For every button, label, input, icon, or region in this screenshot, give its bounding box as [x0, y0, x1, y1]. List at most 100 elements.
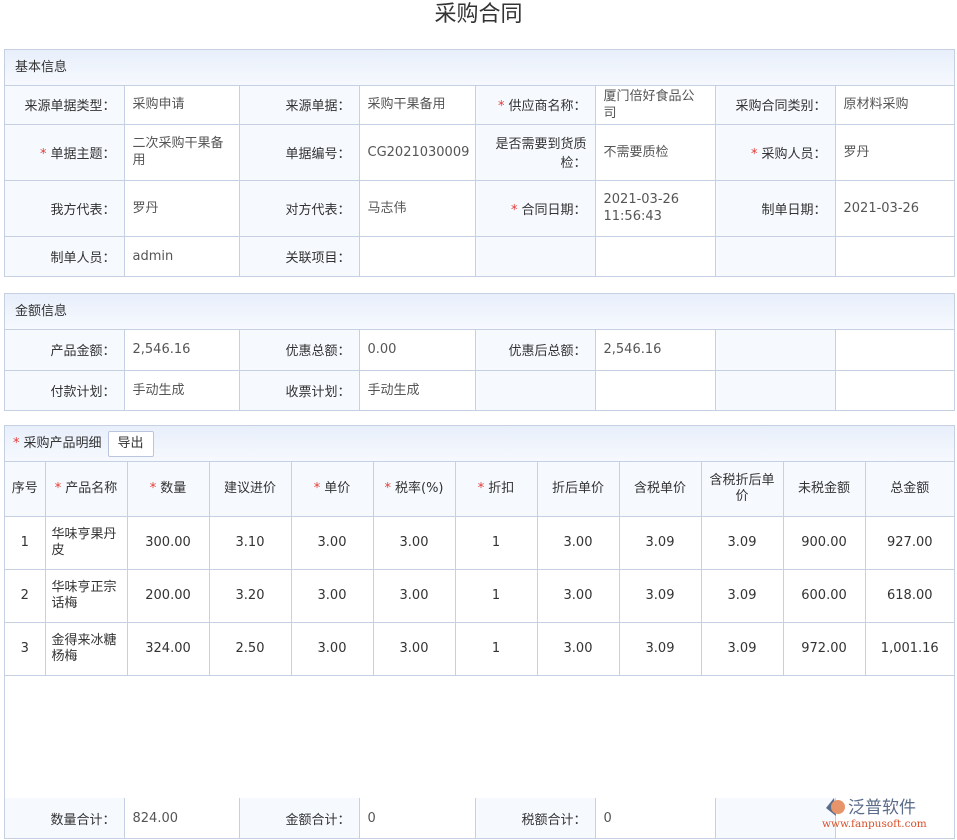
- table-cell: 200.00: [127, 569, 209, 622]
- table-cell: 3.00: [537, 569, 619, 622]
- label-text: 收票计划：: [285, 385, 350, 400]
- field-value: admin: [124, 236, 239, 276]
- label-text: 来源单据：: [285, 99, 350, 114]
- required-mark: *: [55, 481, 62, 496]
- field-value: 罗丹: [835, 124, 954, 180]
- label-text: 我方代表：: [50, 203, 115, 218]
- table-cell: 2.50: [209, 622, 291, 675]
- column-header[interactable]: 建议进价: [209, 462, 291, 516]
- field-value: 采购申请: [124, 86, 239, 124]
- field-label: 采购合同类别：: [715, 86, 835, 124]
- form-row: 付款计划：手动生成收票计划：手动生成: [5, 370, 954, 410]
- field-label: 关联项目：: [239, 236, 359, 276]
- field-value: [595, 236, 715, 276]
- field-value: [835, 370, 954, 410]
- column-title: 建议进价: [224, 481, 276, 496]
- table-cell: 3.09: [619, 516, 701, 569]
- column-header[interactable]: *产品名称: [45, 462, 127, 516]
- label-text: 合同日期：: [521, 203, 586, 218]
- table-cell: 618.00: [865, 569, 954, 622]
- label-text: 来源单据类型：: [24, 99, 115, 114]
- column-header[interactable]: *折扣: [455, 462, 537, 516]
- field-label: *供应商名称：: [475, 86, 595, 124]
- table-cell: 3.20: [209, 569, 291, 622]
- table-cell: 3.09: [701, 569, 783, 622]
- field-value: 2,546.16: [124, 330, 239, 370]
- label-text: 产品金额：: [50, 344, 115, 359]
- basic-info-panel: 基本信息 来源单据类型：采购申请来源单据：采购干果备用*供应商名称：厦门倍好食品…: [4, 49, 955, 277]
- form-row: 产品金额：2,546.16优惠总额：0.00优惠后总额：2,546.16: [5, 330, 954, 370]
- column-header[interactable]: 折后单价: [537, 462, 619, 516]
- label-text: 单据编号：: [285, 147, 350, 162]
- table-cell: 1,001.16: [865, 622, 954, 675]
- table-cell: 972.00: [783, 622, 865, 675]
- field-value: 2,546.16: [595, 330, 715, 370]
- label-text: 付款计划：: [50, 385, 115, 400]
- field-value: 原材料采购: [835, 86, 954, 124]
- amount-info-panel: 金额信息 产品金额：2,546.16优惠总额：0.00优惠后总额：2,546.1…: [4, 293, 955, 411]
- label-text: 供应商名称：: [508, 99, 586, 114]
- column-header[interactable]: *单价: [291, 462, 373, 516]
- table-cell: 3.00: [291, 516, 373, 569]
- table-cell: 600.00: [783, 569, 865, 622]
- table-row[interactable]: 1华味亨果丹皮300.003.103.003.0013.003.093.0990…: [5, 516, 954, 569]
- required-mark: *: [150, 481, 157, 496]
- required-mark: *: [478, 481, 485, 496]
- field-label: [715, 236, 835, 276]
- total-label: [715, 798, 835, 838]
- column-title: 数量: [160, 481, 186, 496]
- column-header[interactable]: *数量: [127, 462, 209, 516]
- label-text: 采购合同类别：: [735, 99, 826, 114]
- field-label: 制单人员：: [5, 236, 124, 276]
- required-mark: *: [314, 481, 321, 496]
- table-cell: 3.09: [619, 569, 701, 622]
- required-mark: *: [511, 203, 518, 218]
- field-label: *采购人员：: [715, 124, 835, 180]
- field-value: 2021-03-26 11:56:43: [595, 180, 715, 236]
- table-cell: 3.09: [701, 516, 783, 569]
- label-text: 关联项目：: [285, 251, 350, 266]
- field-value: 二次采购干果备用: [124, 124, 239, 180]
- column-title: 未税金额: [798, 481, 850, 496]
- column-header[interactable]: 序号: [5, 462, 45, 516]
- field-label: *单据主题：: [5, 124, 124, 180]
- field-label: 优惠后总额：: [475, 330, 595, 370]
- required-mark: *: [385, 481, 392, 496]
- table-cell: 华味亨正宗话梅: [45, 569, 127, 622]
- column-header[interactable]: 含税单价: [619, 462, 701, 516]
- total-label: 金额合计：: [239, 798, 359, 838]
- column-header[interactable]: 总金额: [865, 462, 954, 516]
- column-header[interactable]: *税率(%): [373, 462, 455, 516]
- field-label: 来源单据类型：: [5, 86, 124, 124]
- product-detail-header: 采购产品明细: [24, 436, 102, 451]
- total-label: 数量合计：: [5, 798, 124, 838]
- field-value: [835, 236, 954, 276]
- field-label: [715, 330, 835, 370]
- required-mark: *: [498, 99, 505, 114]
- table-cell: 3.09: [701, 622, 783, 675]
- amount-info-table: 产品金额：2,546.16优惠总额：0.00优惠后总额：2,546.16付款计划…: [5, 330, 954, 410]
- product-totals: 数量合计：824.00金额合计：0税额合计：0: [5, 798, 954, 838]
- column-header[interactable]: 未税金额: [783, 462, 865, 516]
- column-title: 含税单价: [634, 481, 686, 496]
- column-title: 含税折后单价: [709, 473, 774, 504]
- column-header[interactable]: 含税折后单价: [701, 462, 783, 516]
- table-row[interactable]: 3金得来冰糖杨梅324.002.503.003.0013.003.093.099…: [5, 622, 954, 675]
- required-mark: *: [40, 147, 47, 162]
- field-label: 对方代表：: [239, 180, 359, 236]
- svg-text:www.fanpusoft.com: www.fanpusoft.com: [822, 818, 927, 830]
- table-row[interactable]: 2华味亨正宗话梅200.003.203.003.0013.003.093.096…: [5, 569, 954, 622]
- table-cell: 3.00: [373, 516, 455, 569]
- required-mark: *: [13, 436, 20, 451]
- field-value: [359, 236, 475, 276]
- table-cell: 3.00: [291, 622, 373, 675]
- table-cell: 1: [455, 569, 537, 622]
- field-value: 0.00: [359, 330, 475, 370]
- field-value: [595, 370, 715, 410]
- field-value: 马志伟: [359, 180, 475, 236]
- table-cell: 3: [5, 622, 45, 675]
- total-value: 0: [359, 798, 475, 838]
- field-value: CG2021030009: [359, 124, 475, 180]
- total-label: 税额合计：: [475, 798, 595, 838]
- export-button[interactable]: 导出: [108, 431, 154, 457]
